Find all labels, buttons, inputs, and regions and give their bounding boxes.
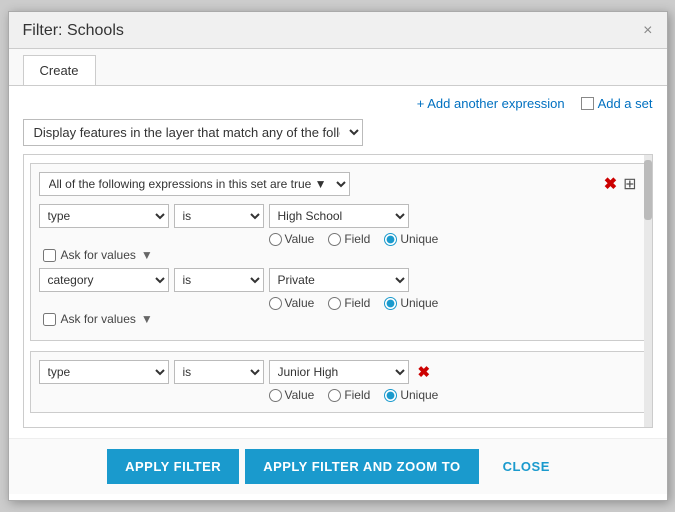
tab-create[interactable]: Create [23,55,96,85]
dialog-title: Filter: Schools [23,22,124,40]
top-actions: + Add another expression Add a set [23,96,653,111]
scrollbar-track [644,155,652,427]
set-actions-1: ✖ ⊞ [604,174,637,194]
bottom-actions: APPLY FILTER APPLY FILTER AND ZOOM TO CL… [9,438,667,494]
remove-set2-expr1-button[interactable]: ✖ [418,363,431,381]
set2-expr1-operator[interactable]: is [174,360,264,384]
add-to-set-1-button[interactable]: ⊞ [623,174,636,194]
set1-expr1-row: type is High School [39,204,637,228]
set1-expr1-radio-value[interactable]: Value [269,232,315,246]
set2-expr1-radio-field[interactable]: Field [328,388,370,402]
match-dropdown-row: Display features in the layer that match… [23,119,653,146]
dialog-body: + Add another expression Add a set Displ… [9,86,667,438]
set1-expr2-value[interactable]: Private [269,268,409,292]
set1-expr2-radio-field[interactable]: Field [328,296,370,310]
set1-expr2-field[interactable]: category [39,268,169,292]
add-set-button[interactable]: Add a set [598,96,653,111]
set1-expr2-ask-arrow: ▼ [141,312,153,326]
filter-dialog: Filter: Schools × Create + Add another e… [8,11,668,501]
set1-expr2-radio-unique[interactable]: Unique [384,296,438,310]
set1-expr1-operator[interactable]: is [174,204,264,228]
set-match-select-1[interactable]: All of the following expressions in this… [39,172,350,196]
set1-expr1-ask-arrow: ▼ [141,248,153,262]
set2-expr1-field[interactable]: type [39,360,169,384]
set1-expr2-operator[interactable]: is [174,268,264,292]
scrollbar-thumb[interactable] [644,160,652,220]
set-header-1: All of the following expressions in this… [39,172,637,196]
scroll-area: All of the following expressions in this… [23,154,653,428]
set2-expr1-radio-group: Value Field Unique [269,388,637,402]
add-set-checkbox[interactable] [581,97,594,110]
set1-expr1-ask-row: Ask for values ▼ [43,248,637,262]
set1-expr1-radio-group: Value Field Unique [269,232,637,246]
remove-set-1-button[interactable]: ✖ [604,174,617,194]
close-x-button[interactable]: × [643,23,652,39]
set1-expr2-ask-label: Ask for values [61,312,136,326]
set1-expr1-ask-checkbox[interactable] [43,249,56,262]
set-block-2: type is Junior High ✖ Value Field [30,351,646,413]
set1-expr1-ask-label: Ask for values [61,248,136,262]
apply-filter-zoom-button[interactable]: APPLY FILTER AND ZOOM TO [245,449,478,484]
set1-expr1-radio-field[interactable]: Field [328,232,370,246]
set1-expr2-ask-row: Ask for values ▼ [43,312,637,326]
set2-expr1-row: type is Junior High ✖ [39,360,637,384]
set-block-1: All of the following expressions in this… [30,163,646,341]
match-select[interactable]: Display features in the layer that match… [23,119,363,146]
set2-expr1-value[interactable]: Junior High [269,360,409,384]
set1-expr1-field[interactable]: type [39,204,169,228]
add-expression-button[interactable]: + Add another expression [417,96,565,111]
set1-expr2-ask-checkbox[interactable] [43,313,56,326]
set1-expr2-radio-value[interactable]: Value [269,296,315,310]
set1-expr1-radio-unique[interactable]: Unique [384,232,438,246]
tab-bar: Create [9,49,667,86]
apply-filter-button[interactable]: APPLY FILTER [107,449,239,484]
set1-expr1-value[interactable]: High School [269,204,409,228]
close-button[interactable]: CLOSE [485,449,568,484]
set2-expr1-radio-unique[interactable]: Unique [384,388,438,402]
dialog-header: Filter: Schools × [9,12,667,49]
set1-expr2-radio-group: Value Field Unique [269,296,637,310]
set2-expr1-radio-value[interactable]: Value [269,388,315,402]
set1-expr2-row: category is Private [39,268,637,292]
